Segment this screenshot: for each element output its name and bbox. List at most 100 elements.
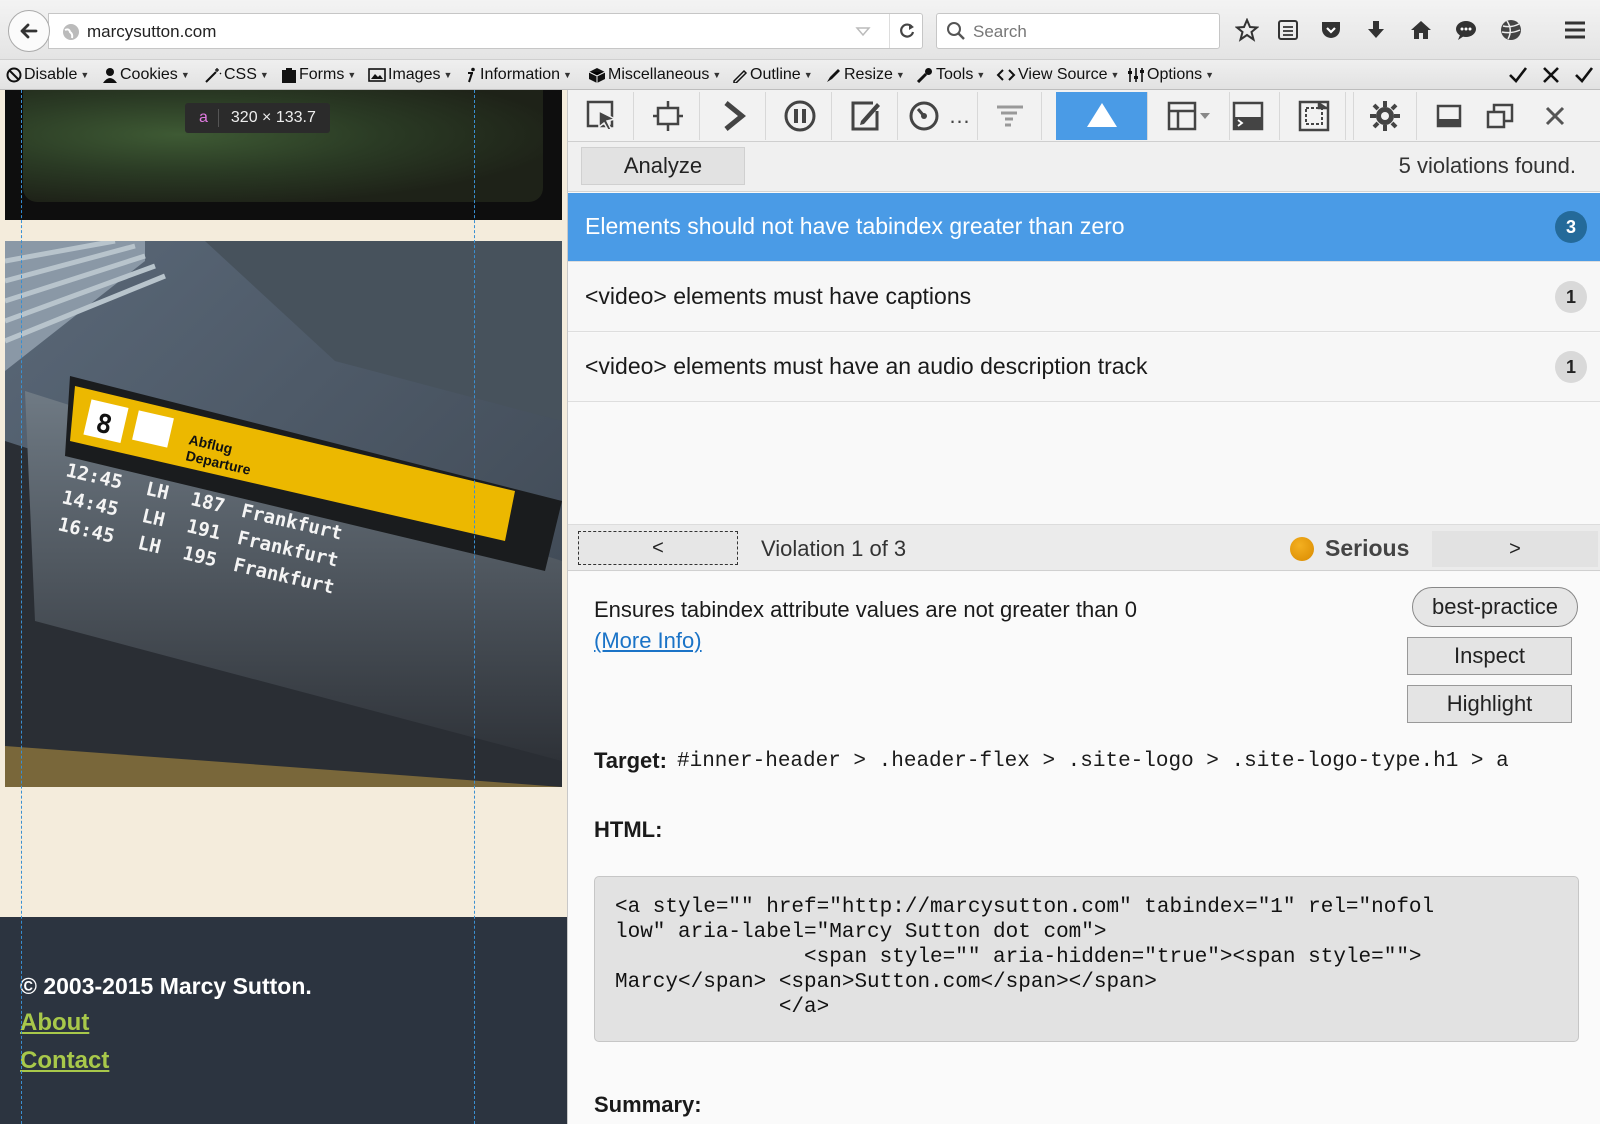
menu-icon[interactable] [1560, 15, 1590, 45]
rule-title: <video> elements must have captions [585, 283, 972, 309]
rule-item-video-audio-description[interactable]: <video> elements must have an audio desc… [568, 333, 1600, 402]
rule-count-badge: 1 [1555, 281, 1587, 313]
globe-tools-icon[interactable] [1496, 15, 1526, 45]
close-icon [1545, 106, 1565, 126]
html-code-snippet: <a style="" href="http://marcysutton.com… [594, 876, 1579, 1042]
footer-link-contact[interactable]: Contact [20, 1047, 109, 1075]
checkmark-icon[interactable] [1574, 65, 1596, 85]
waterfall-icon [996, 105, 1023, 127]
screenshot-button[interactable] [1282, 92, 1346, 140]
globe-icon [61, 22, 81, 47]
close-icon[interactable] [1542, 65, 1562, 85]
search-icon [946, 21, 966, 46]
scratchpad-button[interactable] [1216, 92, 1280, 140]
wd-disable-menu[interactable]: Disable ▼ [6, 65, 89, 85]
reading-list-icon[interactable] [1273, 15, 1303, 45]
debugger-button[interactable] [768, 92, 832, 140]
rule-item-tabindex[interactable]: Elements should not have tabindex greate… [568, 193, 1600, 262]
performance-button[interactable]: … [900, 92, 978, 140]
chevron-down-icon[interactable] [854, 22, 872, 45]
checkmark-icon[interactable] [1508, 65, 1530, 85]
departure-board-photo: 8 Abflug Departure 12:45 LH 187 Frankfur… [5, 241, 562, 787]
rule-count-badge: 3 [1555, 211, 1587, 243]
tooltip-dimensions: 320 × 133.7 [230, 109, 316, 126]
wd-options-menu[interactable]: Options ▼ [1127, 65, 1214, 85]
violations-summary: 5 violations found. [1398, 153, 1576, 178]
pocket-icon[interactable] [1316, 15, 1346, 45]
inspect-button[interactable]: Inspect [1407, 637, 1572, 675]
devtools-panel: … Analyze 5 violations found. Elements s… [567, 90, 1600, 1124]
url-text[interactable]: marcysutton.com [87, 22, 216, 42]
wrench-icon [916, 68, 932, 83]
wd-item-label: Options [1147, 66, 1203, 83]
more-tools-icon: … [948, 103, 971, 128]
analyze-button[interactable]: Analyze [581, 147, 745, 185]
style-editor-button[interactable] [834, 92, 898, 140]
settings-button[interactable] [1353, 92, 1417, 140]
web-developer-toolbar: Disable ▼ Cookies ▼ CSS ▼ Forms ▼ Images ▼ In… [0, 60, 1600, 90]
wd-item-label: Resize [844, 66, 893, 83]
network-button[interactable] [978, 92, 1042, 140]
reload-button[interactable] [889, 14, 923, 48]
wd-view-source-menu[interactable]: View Source ▼ [996, 65, 1119, 85]
download-icon[interactable] [1361, 15, 1391, 45]
search-input[interactable]: Search [936, 13, 1220, 49]
rule-item-video-captions[interactable]: <video> elements must have captions 1 [568, 263, 1600, 332]
wd-resize-menu[interactable]: Resize ▼ [826, 65, 905, 85]
responsive-mode-button[interactable] [636, 92, 700, 140]
impact-label: Serious [1325, 535, 1410, 561]
element-size-tooltip: a 320 × 133.7 [185, 103, 330, 133]
previous-violation-button[interactable]: < [578, 531, 738, 565]
info-icon [468, 67, 475, 83]
back-button[interactable] [8, 10, 50, 52]
wd-forms-menu[interactable]: Forms ▼ [281, 65, 356, 85]
terminal-icon [1232, 101, 1263, 131]
console-button[interactable] [702, 92, 766, 140]
pick-element-button[interactable] [570, 92, 634, 140]
wd-images-menu[interactable]: Images ▼ [368, 65, 452, 85]
highlight-button[interactable]: Highlight [1407, 685, 1572, 723]
devtools-toolbar: … [568, 90, 1600, 142]
wd-css-menu[interactable]: CSS ▼ [204, 65, 269, 85]
gear-icon [1370, 101, 1400, 131]
home-icon[interactable] [1406, 15, 1436, 45]
rule-count-badge: 1 [1555, 351, 1587, 383]
wd-item-label: Outline [750, 66, 801, 83]
frame-icon [1298, 100, 1329, 132]
impact-serious-icon [1290, 537, 1314, 561]
html-label: HTML: [594, 817, 663, 842]
violation-detail: Ensures tabindex attribute values are no… [568, 572, 1600, 1124]
rule-title: <video> elements must have an audio desc… [585, 353, 1148, 379]
code-brackets-icon [996, 69, 1016, 81]
wd-cookies-menu[interactable]: Cookies ▼ [102, 65, 190, 85]
footer-link-about[interactable]: About [20, 1009, 89, 1037]
wd-item-label: View Source [1018, 66, 1108, 83]
bookmark-star-icon[interactable] [1232, 15, 1262, 45]
tooltip-tag: a [199, 109, 219, 127]
violation-position: Violation 1 of 3 [761, 536, 907, 561]
wd-tools-menu[interactable]: Tools ▼ [916, 65, 985, 85]
layout-guide-line [474, 90, 475, 1124]
box-model-icon [652, 101, 683, 131]
wd-miscellaneous-menu[interactable]: Miscellaneous ▼ [588, 65, 721, 85]
chat-icon[interactable] [1451, 15, 1481, 45]
summary-label: Summary: [594, 1092, 702, 1117]
cursor-select-icon [586, 100, 617, 131]
next-violation-button[interactable]: > [1432, 531, 1598, 567]
browser-toolbar: marcysutton.com Search [0, 0, 1600, 60]
triangle-icon [1086, 103, 1117, 127]
chevron-right-icon [723, 101, 746, 131]
pause-icon [784, 100, 815, 132]
analyze-bar: Analyze 5 violations found. [568, 142, 1600, 192]
url-bar[interactable]: marcysutton.com [48, 13, 923, 49]
wd-outline-menu[interactable]: Outline ▼ [732, 65, 813, 85]
person-icon [103, 68, 117, 83]
magic-wand-icon [205, 68, 222, 83]
more-info-link[interactable]: (More Info) [594, 628, 702, 654]
search-placeholder[interactable]: Search [973, 22, 1027, 42]
close-devtools-button[interactable] [1523, 92, 1587, 140]
wd-item-label: Disable [24, 66, 78, 83]
site-footer: © 2003-2015 Marcy Sutton. About Contact [0, 917, 567, 1124]
axe-tab-button[interactable] [1056, 92, 1148, 140]
wd-information-menu[interactable]: Information ▼ [466, 65, 572, 85]
